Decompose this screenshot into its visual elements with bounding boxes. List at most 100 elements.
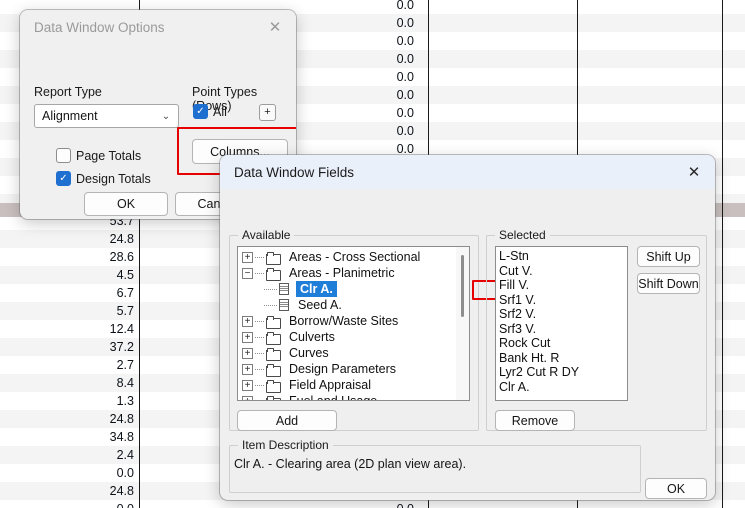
grid-cell: 34.8 bbox=[109, 430, 134, 444]
tree-item-label: Areas - Planimetric bbox=[289, 266, 395, 280]
report-type-value: Alignment bbox=[42, 109, 98, 123]
shift-down-button[interactable]: Shift Down bbox=[637, 273, 700, 294]
grid-cell: 0.0 bbox=[370, 500, 414, 508]
selected-field-item[interactable]: Fill V. bbox=[499, 278, 627, 293]
tree-connector bbox=[264, 304, 277, 306]
tree-connector bbox=[255, 368, 264, 370]
folder-icon bbox=[266, 267, 281, 281]
grid-cell: 2.4 bbox=[116, 448, 134, 462]
selected-field-item[interactable]: Clr A. bbox=[499, 380, 627, 395]
grid-cell: 0.0 bbox=[396, 106, 414, 120]
fields-ok-button[interactable]: OK bbox=[645, 478, 707, 499]
tree-item-label: Curves bbox=[289, 346, 329, 360]
selected-field-item[interactable]: Srf3 V. bbox=[499, 322, 627, 337]
selected-field-item[interactable]: Cut V. bbox=[499, 264, 627, 279]
add-point-type-button[interactable]: + bbox=[259, 104, 276, 121]
collapse-icon[interactable]: − bbox=[242, 267, 253, 279]
design-totals-checkbox[interactable]: ✓ Design Totals bbox=[56, 171, 151, 186]
folder-icon bbox=[266, 363, 281, 377]
fields-title-bar: Data Window Fields ✕ bbox=[220, 155, 715, 189]
selected-field-item[interactable]: Srf2 V. bbox=[499, 307, 627, 322]
tree-item[interactable]: + Curves bbox=[238, 345, 469, 361]
document-icon bbox=[279, 299, 289, 311]
item-description-label: Item Description bbox=[238, 438, 333, 452]
selected-field-item[interactable]: Srf1 V. bbox=[499, 293, 627, 308]
tree-item[interactable]: + Areas - Cross Sectional bbox=[238, 249, 469, 265]
tree-item-label: Areas - Cross Sectional bbox=[289, 250, 421, 264]
options-title-text: Data Window Options bbox=[34, 19, 165, 35]
report-type-dropdown[interactable]: Alignment ⌄ bbox=[34, 104, 179, 128]
checkbox-checkmark-icon: ✓ bbox=[193, 104, 208, 119]
options-ok-button[interactable]: OK bbox=[84, 192, 168, 216]
document-icon bbox=[279, 283, 289, 295]
grid-cell: 24.8 bbox=[109, 484, 134, 498]
grid-column-separator bbox=[722, 0, 723, 508]
expand-icon[interactable]: + bbox=[242, 315, 253, 327]
grid-cell: 0.0 bbox=[396, 16, 414, 30]
page-totals-label: Page Totals bbox=[76, 148, 142, 163]
available-scrollbar[interactable] bbox=[456, 247, 469, 400]
tree-item-selected[interactable]: Clr A. bbox=[238, 281, 469, 297]
selected-field-item[interactable]: Bank Ht. R bbox=[499, 351, 627, 366]
tree-item[interactable]: − Areas - Planimetric bbox=[238, 265, 469, 281]
grid-cell: 12.4 bbox=[109, 322, 134, 336]
tree-item[interactable]: + Borrow/Waste Sites bbox=[238, 313, 469, 329]
tree-connector bbox=[255, 384, 264, 386]
tree-item-label: Borrow/Waste Sites bbox=[289, 314, 399, 328]
tree-item[interactable]: + Design Parameters bbox=[238, 361, 469, 377]
tree-connector bbox=[255, 272, 264, 274]
grid-cell: 37.2 bbox=[109, 340, 134, 354]
selected-field-item[interactable]: L-Stn bbox=[499, 249, 627, 264]
close-icon[interactable]: ✕ bbox=[679, 159, 709, 185]
expand-icon[interactable]: + bbox=[242, 347, 253, 359]
grid-cell: 24.8 bbox=[109, 412, 134, 426]
tree-item[interactable]: + Culverts bbox=[238, 329, 469, 345]
options-title-bar: Data Window Options ✕ bbox=[20, 10, 296, 44]
data-window-fields-dialog: Data Window Fields ✕ Available + Areas - … bbox=[220, 155, 715, 500]
all-point-types-checkbox[interactable]: ✓ All bbox=[193, 104, 227, 119]
grid-cell: 24.8 bbox=[109, 232, 134, 246]
checkbox-checkmark-icon: ✓ bbox=[56, 171, 71, 186]
folder-icon bbox=[266, 331, 281, 345]
tree-connector bbox=[255, 320, 264, 322]
folder-icon bbox=[266, 347, 281, 361]
grid-cell: 0.0 bbox=[396, 70, 414, 84]
grid-row[interactable]: 0.0 0.0 bbox=[0, 500, 745, 508]
tree-item[interactable]: + Field Appraisal bbox=[238, 377, 469, 393]
shift-up-button[interactable]: Shift Up bbox=[637, 246, 700, 267]
remove-button[interactable]: Remove bbox=[495, 410, 575, 431]
expand-icon[interactable]: + bbox=[242, 379, 253, 391]
selected-field-item[interactable]: Lyr2 Cut R DY bbox=[499, 365, 627, 380]
tree-item[interactable]: Seed A. bbox=[238, 297, 469, 313]
tree-connector bbox=[255, 336, 264, 338]
tree-item-label: Field Appraisal bbox=[289, 378, 371, 392]
screen: 0.00.00.00.00.00.00.00.00.00.053.724.828… bbox=[0, 0, 745, 508]
grid-cell: 0.0 bbox=[396, 124, 414, 138]
page-totals-checkbox[interactable]: Page Totals bbox=[56, 148, 141, 163]
expand-icon[interactable]: + bbox=[242, 331, 253, 343]
expand-icon[interactable]: + bbox=[242, 363, 253, 375]
tree-connector bbox=[264, 288, 277, 290]
grid-cell: 0.0 bbox=[396, 88, 414, 102]
tree-item-label: Seed A. bbox=[298, 298, 342, 312]
design-totals-label: Design Totals bbox=[76, 171, 151, 186]
all-checkbox-label: All bbox=[213, 104, 227, 119]
available-scrollbar-thumb[interactable] bbox=[461, 255, 464, 317]
expand-icon[interactable]: + bbox=[242, 251, 253, 263]
selected-field-item[interactable]: Rock Cut bbox=[499, 336, 627, 351]
grid-cell: 4.5 bbox=[116, 268, 134, 282]
expand-icon[interactable]: + bbox=[242, 395, 253, 400]
report-type-label: Report Type bbox=[34, 85, 102, 99]
grid-cell: 8.4 bbox=[116, 376, 134, 390]
grid-cell: 0.0 bbox=[396, 34, 414, 48]
tree-item[interactable]: + Fuel and Usage bbox=[238, 393, 469, 402]
tree-connector bbox=[255, 256, 264, 258]
grid-cell: 5.7 bbox=[116, 304, 134, 318]
grid-cell: 6.7 bbox=[116, 286, 134, 300]
selected-fields-listbox[interactable]: L-Stn Cut V. Fill V. Srf1 V. Srf2 V. Srf3 V. R… bbox=[495, 246, 628, 401]
tree-connector bbox=[255, 401, 264, 402]
available-tree-listbox[interactable]: + Areas - Cross Sectional − Areas - Planime… bbox=[237, 246, 470, 401]
folder-icon bbox=[266, 251, 281, 265]
close-icon[interactable]: ✕ bbox=[260, 14, 290, 40]
add-button[interactable]: Add bbox=[237, 410, 337, 431]
